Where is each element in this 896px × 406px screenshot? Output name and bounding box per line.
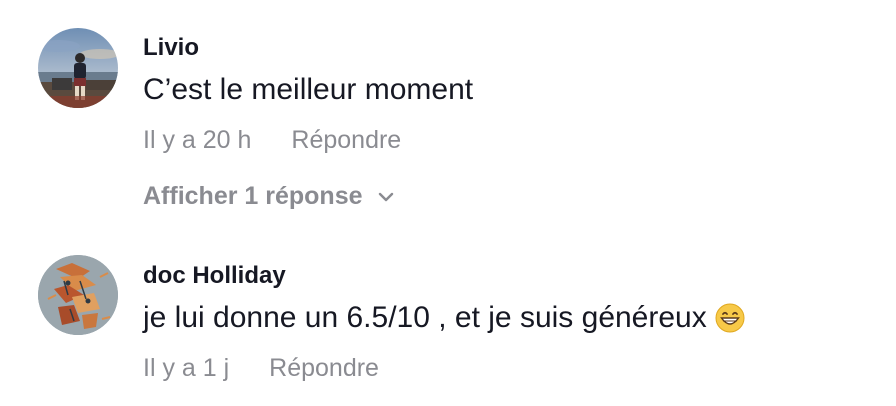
comment-text-content: C’est le meilleur moment <box>143 73 474 106</box>
comment-username[interactable]: Livio <box>143 34 199 62</box>
comment-timestamp: Il y a 1 j <box>143 354 230 382</box>
comment-text: C’est le meilleur moment <box>143 73 473 107</box>
comment-timestamp: Il y a 20 h <box>143 126 252 154</box>
reply-button[interactable]: Répondre <box>269 354 379 383</box>
artwork-avatar-icon <box>38 255 118 335</box>
person-photo-avatar-icon <box>38 28 118 108</box>
view-replies-label: Afficher 1 réponse <box>143 182 363 210</box>
comment-meta: Il y a 20 h Répondre <box>143 126 401 155</box>
chevron-down-icon <box>378 192 393 201</box>
comment-username[interactable]: doc Holliday <box>143 262 286 290</box>
avatar[interactable] <box>38 28 118 108</box>
comment-text: je lui donne un 6.5/10 , et je suis géné… <box>143 301 745 335</box>
comment-text-content: je lui donne un 6.5/10 , et je suis géné… <box>143 301 707 334</box>
avatar[interactable] <box>38 255 118 335</box>
view-replies-button[interactable]: Afficher 1 réponse <box>143 182 395 211</box>
comment-meta: Il y a 1 j Répondre <box>143 354 379 383</box>
grinning-face-emoji-icon <box>715 303 745 333</box>
reply-button[interactable]: Répondre <box>291 126 401 155</box>
